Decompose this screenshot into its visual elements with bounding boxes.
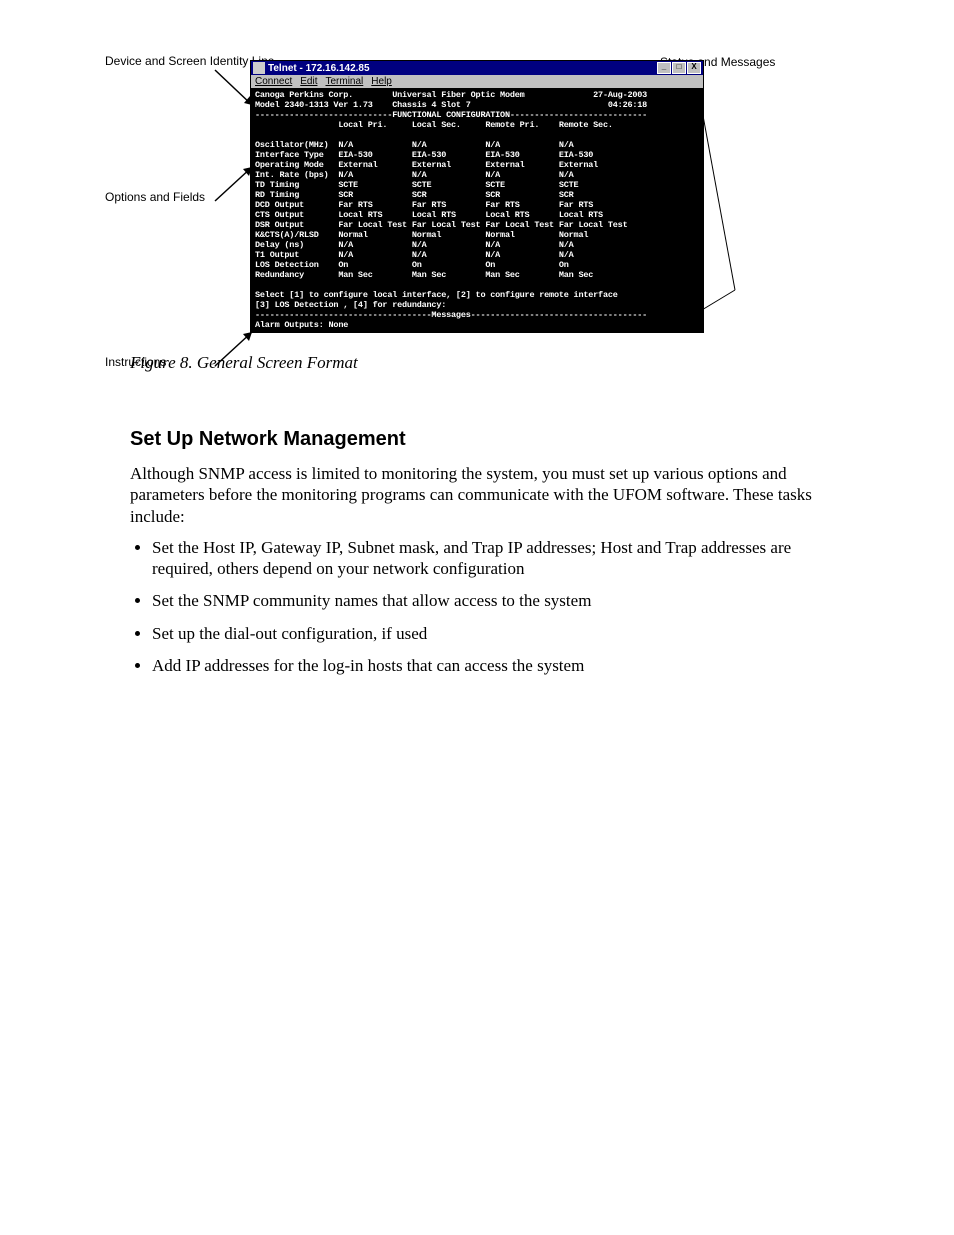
annotation-options: Options and Fields xyxy=(105,190,205,204)
close-button[interactable]: X xyxy=(687,62,701,74)
titlebar: Telnet - 172.16.142.85 _ □ X xyxy=(251,61,703,75)
figure-caption: Figure 8. General Screen Format xyxy=(130,353,854,373)
terminal-window: Telnet - 172.16.142.85 _ □ X Connect Edi… xyxy=(250,60,704,333)
list-item: Set the Host IP, Gateway IP, Subnet mask… xyxy=(152,537,854,580)
list-item: Add IP addresses for the log-in hosts th… xyxy=(152,655,854,676)
app-icon xyxy=(253,62,265,74)
minimize-button[interactable]: _ xyxy=(657,62,671,74)
menu-help[interactable]: Help xyxy=(371,76,392,87)
list-item: Set the SNMP community names that allow … xyxy=(152,590,854,611)
annotation-instructions: Instructions xyxy=(105,355,166,369)
section-heading: Set Up Network Management xyxy=(130,428,854,451)
titlebar-text: Telnet - 172.16.142.85 xyxy=(268,63,657,74)
maximize-button[interactable]: □ xyxy=(672,62,686,74)
menu-edit[interactable]: Edit xyxy=(300,76,317,87)
menu-connect[interactable]: Connect xyxy=(255,76,292,87)
bullet-list: Set the Host IP, Gateway IP, Subnet mask… xyxy=(130,537,854,676)
menu-bar: Connect Edit Terminal Help xyxy=(251,75,703,88)
terminal-content: Canoga Perkins Corp. Universal Fiber Opt… xyxy=(251,88,703,332)
list-item: Set up the dial-out configuration, if us… xyxy=(152,623,854,644)
section-paragraph: Although SNMP access is limited to monit… xyxy=(130,463,854,527)
menu-terminal[interactable]: Terminal xyxy=(325,76,363,87)
